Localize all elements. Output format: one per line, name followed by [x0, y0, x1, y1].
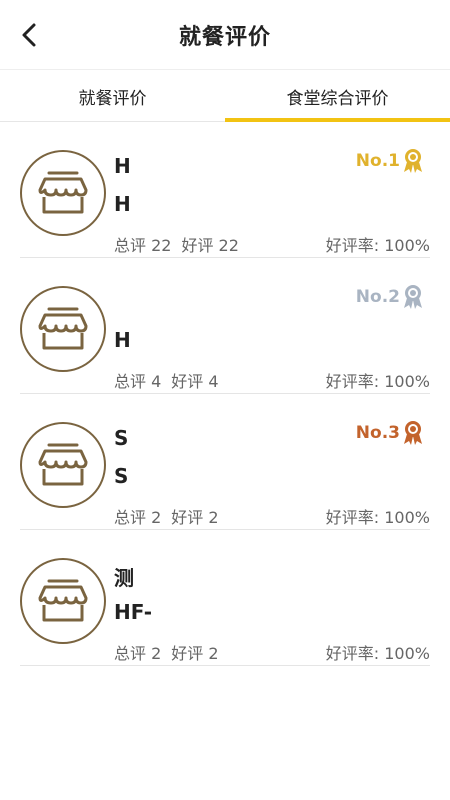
- total-reviews: 总评 2: [114, 508, 162, 527]
- canteen-avatar: [20, 150, 106, 236]
- review-stats: 总评 2 好评 2: [114, 504, 219, 528]
- review-stats: 总评 22 好评 22: [114, 232, 239, 256]
- good-rate: 好评率: 100%: [325, 508, 430, 527]
- rank-badge: No.1: [356, 148, 424, 174]
- chevron-left-icon: [22, 23, 36, 47]
- good-reviews: 好评 22: [181, 236, 239, 255]
- total-reviews: 总评 4: [114, 372, 162, 391]
- back-button[interactable]: [12, 18, 46, 52]
- page-title: 就餐评价: [178, 24, 271, 50]
- rank-badge: No.3: [356, 420, 424, 446]
- list-item[interactable]: S S No.3 总评 2 好评 2 好评率: 100%: [20, 394, 430, 530]
- tab-canteen-overall-review[interactable]: 食堂综合评价: [225, 72, 450, 122]
- canteen-avatar: [20, 422, 106, 508]
- canteen-name: 测: [114, 566, 134, 590]
- storefront-icon: [38, 443, 88, 486]
- list-item[interactable]: 测 HF- 总评 2 好评 2 好评率: 100%: [20, 530, 430, 666]
- good-reviews: 好评 2: [171, 508, 219, 527]
- canteen-avatar: [20, 558, 106, 644]
- tab-bar: 就餐评价 食堂综合评价: [0, 72, 450, 122]
- canteen-subname: H: [114, 328, 131, 352]
- good-rate: 好评率: 100%: [325, 372, 430, 391]
- review-stats: 总评 4 好评 4: [114, 368, 219, 392]
- rank-label: No.1: [355, 151, 400, 171]
- canteen-subname: HF-: [114, 600, 153, 624]
- storefront-icon: [38, 307, 88, 350]
- good-reviews: 好评 4: [171, 372, 219, 391]
- review-stats: 总评 2 好评 2: [114, 640, 219, 664]
- canteen-avatar: [20, 286, 106, 372]
- list-item[interactable]: H No.2 总评 4 好评 4 好评率: 100%: [20, 258, 430, 394]
- total-reviews: 总评 22: [114, 236, 172, 255]
- canteen-name: H: [114, 154, 131, 178]
- canteen-list: H H No.1 总评 22 好评 22 好评率: 100% H No.2 总评…: [0, 122, 450, 666]
- total-reviews: 总评 2: [114, 644, 162, 663]
- storefront-icon: [38, 171, 88, 214]
- rank-badge: No.2: [356, 284, 424, 310]
- storefront-icon: [38, 579, 88, 622]
- rank-label: No.3: [355, 423, 400, 443]
- canteen-subname: S: [114, 464, 129, 488]
- good-rate: 好评率: 100%: [325, 236, 430, 255]
- tab-dining-review[interactable]: 就餐评价: [0, 72, 225, 121]
- good-reviews: 好评 2: [171, 644, 219, 663]
- list-item[interactable]: H H No.1 总评 22 好评 22 好评率: 100%: [20, 122, 430, 258]
- rank-label: No.2: [355, 287, 400, 307]
- canteen-subname: H: [114, 192, 131, 216]
- gold-medal-icon: [402, 148, 424, 174]
- good-rate: 好评率: 100%: [325, 644, 430, 663]
- top-bar: 就餐评价: [0, 0, 450, 70]
- silver-medal-icon: [402, 284, 424, 310]
- bronze-medal-icon: [402, 420, 424, 446]
- canteen-name: S: [114, 426, 129, 450]
